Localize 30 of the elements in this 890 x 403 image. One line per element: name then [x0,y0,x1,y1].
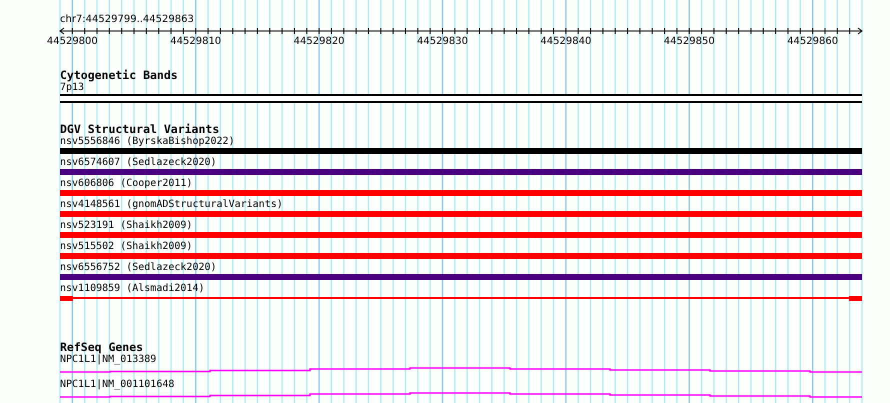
ruler-label: 44529820 [294,36,345,47]
ruler-label: 44529810 [170,36,222,47]
variant-bar[interactable] [60,190,862,196]
location-label: chr7:44529799..44529863 [60,14,194,26]
ruler-label: 44529840 [540,36,592,47]
variant-bar[interactable] [60,232,862,238]
gene-label[interactable]: NPC1L1|NM_013389 [60,354,156,366]
variant-label[interactable]: nsv523191 (Shaikh2009) [60,220,192,232]
track-title: Cytogenetic Bands [60,69,178,82]
variant-bar[interactable] [60,274,862,280]
ruler-label: 44529800 [46,36,98,47]
variant-label[interactable]: nsv515502 (Shaikh2009) [60,241,192,253]
variant-span[interactable] [60,295,862,301]
variant-label[interactable]: nsv6574607 (Sedlazeck2020) [60,157,217,169]
variant-label[interactable]: nsv1109859 (Alsmadi2014) [60,283,204,295]
band-label: 7p13 [60,82,84,94]
variant-bar[interactable] [60,211,862,217]
track-title: DGV Structural Variants [60,123,220,136]
variant-label[interactable]: nsv6556752 (Sedlazeck2020) [60,262,217,274]
ruler-label: 44529860 [787,36,838,47]
variant-label[interactable]: nsv4148561 (gnomADStructuralVariants) [60,199,283,211]
ruler-label: 44529830 [417,36,468,47]
variant-bar[interactable] [60,253,862,259]
variant-label[interactable]: nsv606806 (Cooper2011) [60,178,192,190]
gene-label[interactable]: NPC1L1|NM_001101648 [60,379,174,391]
variant-label[interactable]: nsv5556846 (ByrskaBishop2022) [60,136,235,148]
track-title: RefSeq Genes [60,341,144,354]
ruler-label: 44529850 [664,36,715,47]
variant-bar[interactable] [60,148,862,154]
variant-bar[interactable] [60,169,862,175]
